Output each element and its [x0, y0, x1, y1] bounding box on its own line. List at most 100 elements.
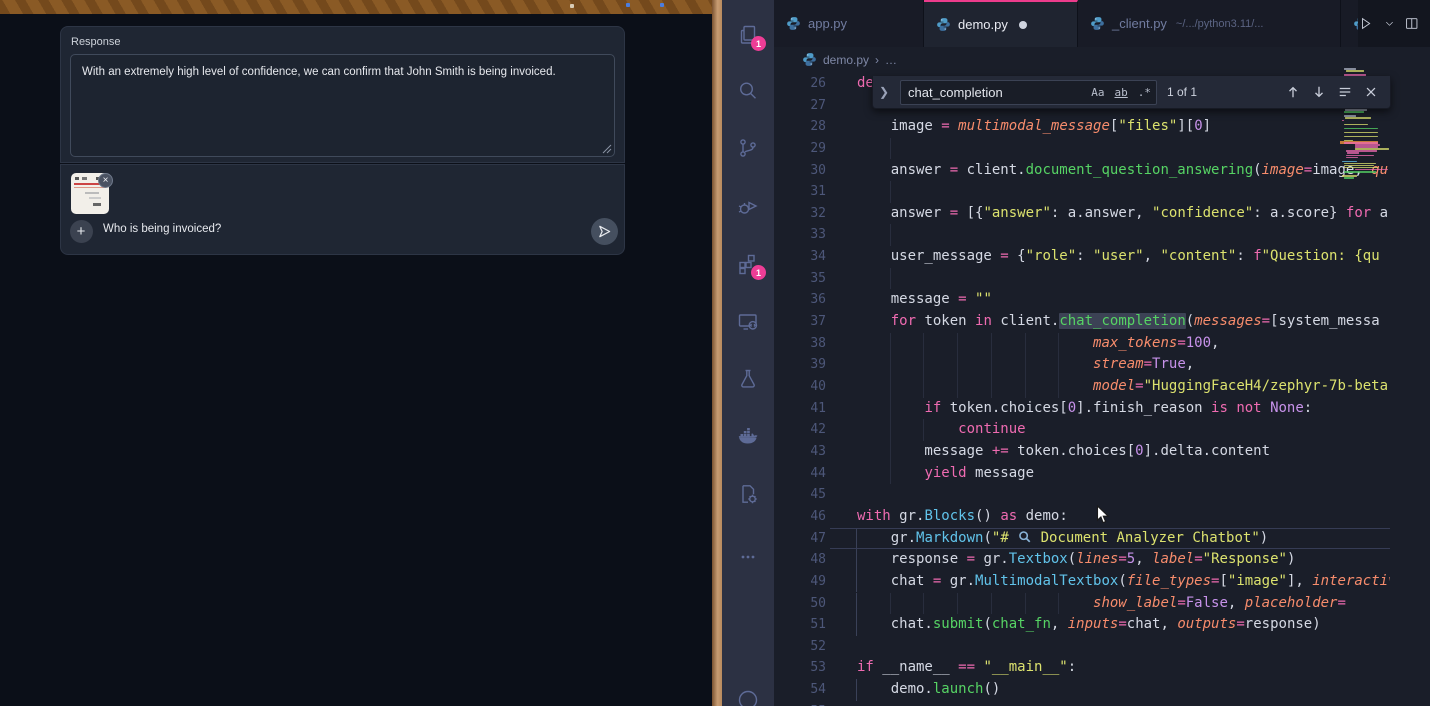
regex-toggle[interactable]: .*	[1133, 86, 1156, 99]
code-editor[interactable]: 26def2728 image = multimodal_message["fi…	[774, 72, 1430, 706]
code-line-50[interactable]: 50 show_label=False, placeholder=	[774, 593, 1390, 615]
response-textarea[interactable]: With an extremely high level of confiden…	[70, 54, 615, 157]
breadcrumb: demo.py › …	[774, 47, 1430, 72]
split-editor-button[interactable]	[1404, 15, 1420, 32]
code-line-30[interactable]: 30 answer = client.document_question_ans…	[774, 160, 1390, 182]
activity-item-source-control[interactable]	[736, 136, 760, 160]
find-close-button[interactable]	[1364, 85, 1378, 99]
minimap-line	[1344, 171, 1376, 173]
code-line-39[interactable]: 39 stream=True,	[774, 354, 1390, 376]
code-line-51[interactable]: 51 chat.submit(chat_fn, inputs=chat, out…	[774, 614, 1390, 636]
activity-item-testing[interactable]	[736, 367, 760, 391]
code-line-42[interactable]: 42 continue	[774, 419, 1390, 441]
minimap-line	[1342, 120, 1344, 122]
source-control-icon	[736, 136, 760, 160]
code-line-34[interactable]: 34 user_message = {"role": "user", "cont…	[774, 246, 1390, 268]
breadcrumb-separator: ›	[875, 53, 879, 67]
find-input[interactable]: chat_completion Aa ab .*	[900, 80, 1157, 105]
screen: Response With an extremely high level of…	[0, 0, 1430, 706]
code-line-33[interactable]: 33	[774, 224, 1390, 246]
line-number: 39	[774, 354, 826, 376]
line-number: 52	[774, 636, 826, 658]
line-number: 41	[774, 398, 826, 420]
code-line-36[interactable]: 36 message = ""	[774, 289, 1390, 311]
tab-_client.py[interactable]: _client.py~/.../python3.11/...	[1078, 0, 1341, 47]
activity-item-search[interactable]	[736, 79, 760, 103]
minimap-line	[1344, 132, 1378, 134]
code-line-28[interactable]: 28 image = multimodal_message["files"][0…	[774, 116, 1390, 138]
run-dropdown-chevron[interactable]	[1384, 15, 1395, 32]
indent-guide	[890, 138, 891, 160]
code-text: response = gr.Textbox(lines=5, label="Re…	[857, 549, 1295, 571]
code-line-40[interactable]: 40 model="HuggingFaceH4/zephyr-7b-beta	[774, 376, 1390, 398]
activity-item-remote-explorer[interactable]	[736, 310, 760, 334]
activity-item-more[interactable]	[736, 545, 760, 569]
activity-item-extensions[interactable]: 1	[736, 252, 760, 276]
activity-item-run-debug[interactable]	[736, 194, 760, 218]
project-settings-icon	[736, 482, 760, 506]
find-in-selection-button[interactable]	[1338, 85, 1352, 99]
breadcrumb-tail[interactable]: …	[885, 53, 897, 67]
code-line-48[interactable]: 48 response = gr.Textbox(lines=5, label=…	[774, 549, 1390, 571]
code-line-52[interactable]: 52	[774, 636, 1390, 658]
activity-item-explorer[interactable]: 1	[736, 23, 760, 47]
line-number: 53	[774, 657, 826, 679]
minimap[interactable]	[1340, 62, 1378, 706]
activity-badge: 1	[751, 36, 766, 51]
code-line-38[interactable]: 38 max_tokens=100,	[774, 333, 1390, 355]
run-python-file-button[interactable]	[1358, 15, 1374, 32]
activity-item-project-settings[interactable]	[736, 482, 760, 506]
code-text: if __name__ == "__main__":	[857, 657, 1076, 679]
code-line-54[interactable]: 54 demo.launch()	[774, 679, 1390, 701]
code-line-37[interactable]: 37 for token in client.chat_completion(m…	[774, 311, 1390, 333]
code-line-46[interactable]: 46with gr.Blocks() as demo:	[774, 506, 1390, 528]
minimap-line	[1346, 155, 1374, 157]
chat-message-input[interactable]: Who is being invoiced?	[103, 223, 221, 235]
code-line-35[interactable]: 35	[774, 268, 1390, 290]
code-text: gr.Markdown("# Document Analyzer Chatbot…	[857, 528, 1268, 550]
line-number: 55	[774, 701, 826, 706]
textarea-resize-handle[interactable]	[602, 144, 612, 154]
browser-title-bar	[0, 0, 722, 14]
find-next-button[interactable]	[1312, 85, 1326, 99]
tab-label: demo.py	[958, 17, 1008, 32]
code-text: yield message	[857, 463, 1034, 485]
line-number: 31	[774, 181, 826, 203]
minimap-line	[1344, 136, 1378, 138]
line-number: 32	[774, 203, 826, 225]
code-line-31[interactable]: 31	[774, 181, 1390, 203]
line-number: 54	[774, 679, 826, 701]
tab-demo.py[interactable]: demo.py	[924, 0, 1078, 47]
line-number: 33	[774, 224, 826, 246]
whole-word-toggle[interactable]: ab	[1110, 86, 1133, 99]
add-attachment-button[interactable]: +	[70, 220, 93, 243]
code-line-43[interactable]: 43 message += token.choices[0].delta.con…	[774, 441, 1390, 463]
code-line-55[interactable]: 55	[774, 701, 1390, 706]
code-line-49[interactable]: 49 chat = gr.MultimodalTextbox(file_type…	[774, 571, 1390, 593]
breadcrumb-file[interactable]: demo.py	[823, 53, 869, 67]
code-line-29[interactable]: 29	[774, 138, 1390, 160]
line-number: 29	[774, 138, 826, 160]
code-line-32[interactable]: 32 answer = [{"answer": a.answer, "confi…	[774, 203, 1390, 225]
match-case-toggle[interactable]: Aa	[1086, 86, 1109, 99]
code-line-45[interactable]: 45	[774, 484, 1390, 506]
line-number: 26	[774, 73, 826, 95]
code-line-53[interactable]: 53 if __name__ == "__main__":	[774, 657, 1390, 679]
account-icon	[736, 688, 760, 706]
activity-item-account[interactable]	[736, 688, 760, 706]
attachment-close-button[interactable]: ×	[98, 173, 113, 188]
find-previous-button[interactable]	[1286, 85, 1300, 99]
activity-item-docker[interactable]	[736, 425, 760, 449]
response-label: Response	[71, 36, 121, 48]
find-toggle-replace-chevron[interactable]: ❯	[879, 85, 895, 99]
send-button[interactable]	[591, 218, 618, 245]
code-line-44[interactable]: 44 yield message	[774, 463, 1390, 485]
minimap-line	[1344, 124, 1368, 126]
line-number: 51	[774, 614, 826, 636]
code-line-47[interactable]: 47 gr.Markdown("# Document Analyzer Chat…	[774, 528, 1390, 550]
tab-app.py[interactable]: app.py	[774, 0, 924, 47]
code-line-41[interactable]: 41 if token.choices[0].finish_reason is …	[774, 398, 1390, 420]
line-number: 43	[774, 441, 826, 463]
code-text: demo.launch()	[857, 679, 1000, 701]
find-query[interactable]: chat_completion	[901, 85, 1086, 100]
